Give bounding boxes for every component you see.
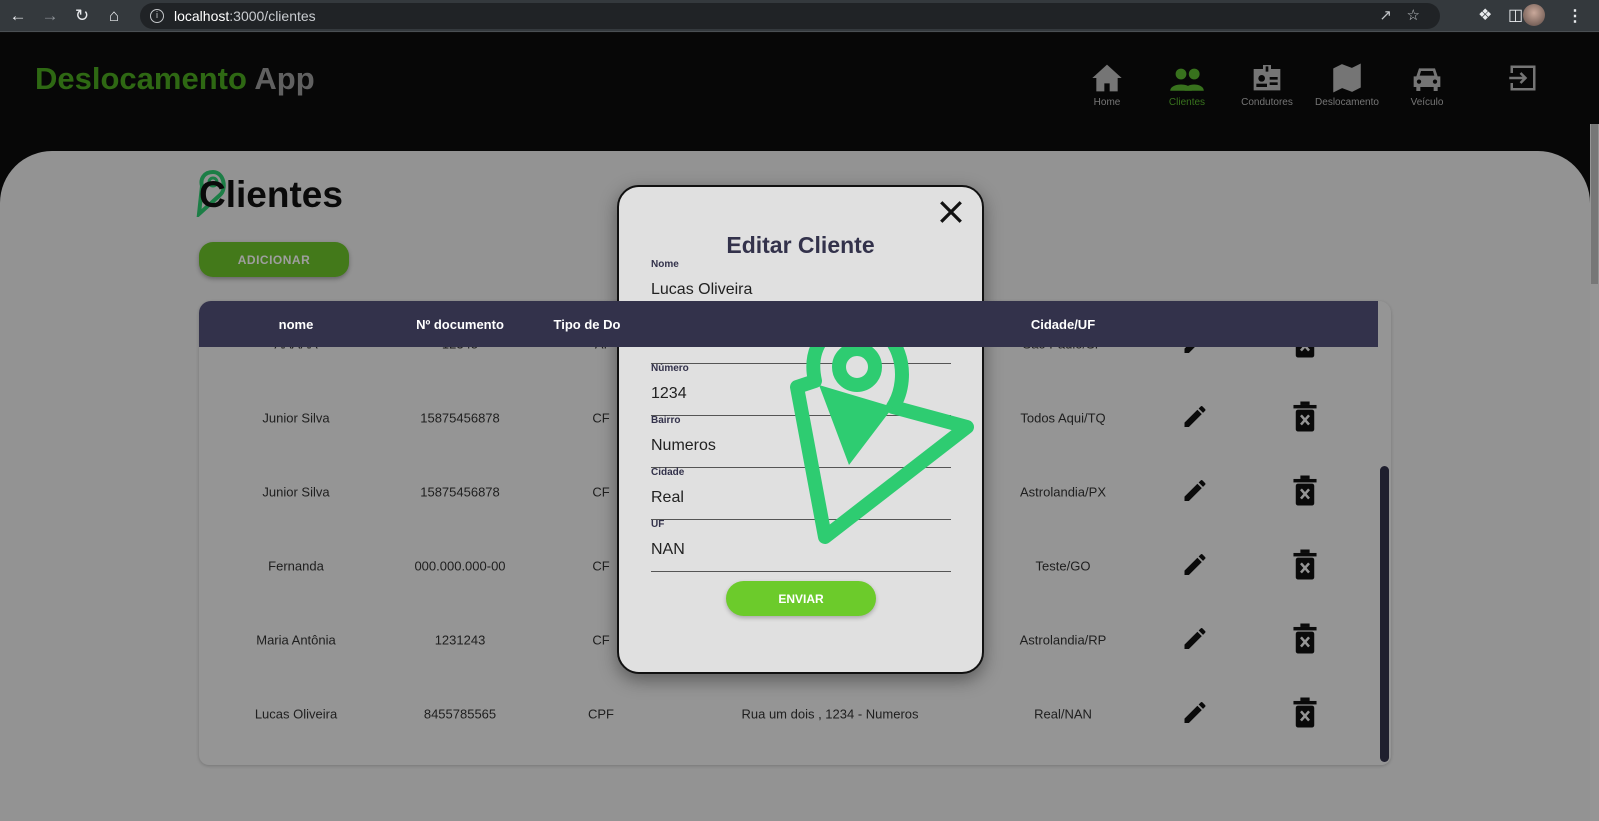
browser-toolbar: ← → ↻ ⌂ i localhost:3000/clientes ↗ ☆ ❖ …	[0, 0, 1599, 32]
field-label: Cidade	[651, 467, 685, 478]
site-info-icon[interactable]: i	[150, 9, 164, 23]
field-input[interactable]: Lucas Oliveira	[651, 281, 752, 299]
column-header: Cidade/UF	[1030, 317, 1096, 332]
forward-icon[interactable]: →	[36, 2, 64, 30]
field-label: UF	[651, 519, 665, 530]
extensions-icon[interactable]: ❖	[1478, 5, 1492, 25]
field-input[interactable]: Real	[651, 489, 684, 507]
close-icon[interactable]	[938, 199, 964, 225]
submit-button[interactable]: ENVIAR	[726, 581, 876, 616]
share-icon[interactable]: ↗	[1379, 6, 1392, 24]
address-bar[interactable]: i localhost:3000/clientes ↗ ☆	[140, 3, 1440, 29]
back-icon[interactable]: ←	[4, 2, 32, 30]
field-label: Nome	[651, 259, 679, 270]
profile-avatar[interactable]	[1523, 4, 1545, 26]
side-panel-icon[interactable]: ◫	[1508, 5, 1523, 25]
column-header: nome	[278, 317, 314, 332]
field-input[interactable]: NAN	[651, 541, 685, 559]
field-input[interactable]: Numeros	[651, 437, 716, 455]
url-text[interactable]: localhost:3000/clientes	[174, 8, 316, 24]
edit-client-modal: Editar Cliente NomeLucas OliveiraEndereç…	[617, 185, 984, 674]
field-label: Número	[651, 363, 689, 374]
home-page-icon[interactable]: ⌂	[100, 2, 128, 30]
bookmark-star-icon[interactable]: ☆	[1407, 6, 1420, 24]
map-pin-icon	[790, 316, 974, 544]
menu-icon[interactable]: ⋮	[1567, 6, 1583, 26]
column-header: Nº documento	[416, 317, 504, 332]
modal-title: Editar Cliente	[726, 232, 875, 258]
reload-icon[interactable]: ↻	[68, 2, 96, 30]
field-label: Bairro	[651, 415, 681, 426]
column-header: Tipo de Do	[553, 317, 621, 332]
table-header: nome Nº documento Tipo de Do Cidade/UF	[199, 301, 1378, 347]
field-input[interactable]: 1234	[651, 385, 687, 403]
